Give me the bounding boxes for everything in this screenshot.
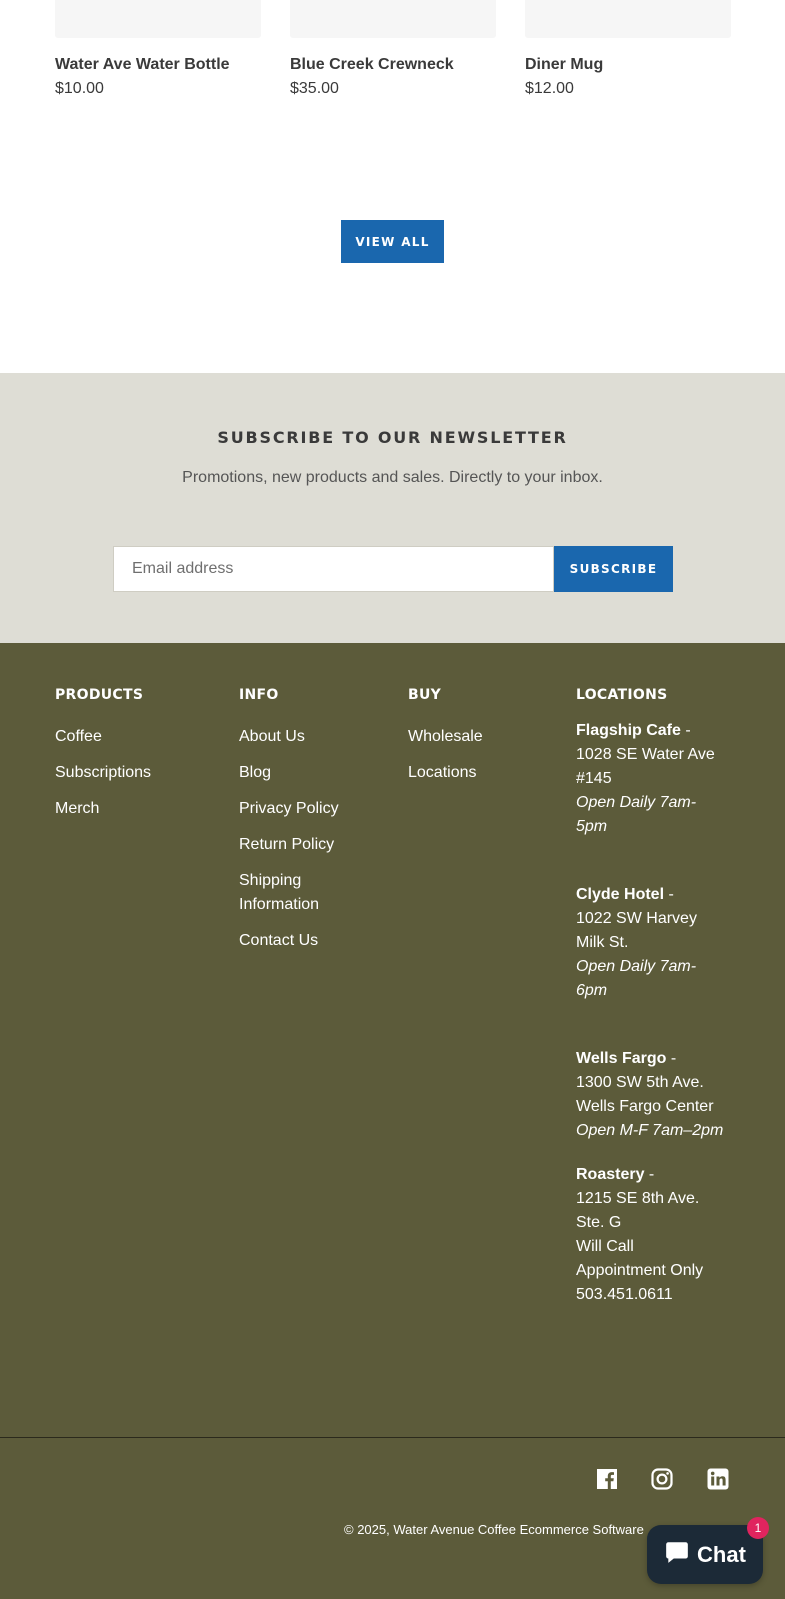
footer-heading: BUY <box>408 687 442 703</box>
email-input[interactable] <box>113 546 554 592</box>
copyright-link[interactable]: Water Avenue Coffee Ecommerce Software <box>393 1522 644 1537</box>
product-image[interactable] <box>55 0 261 38</box>
location-separator: - <box>680 722 691 739</box>
product-image[interactable] <box>525 0 731 38</box>
newsletter-title: SUBSCRIBE TO OUR NEWSLETTER <box>217 428 568 447</box>
location-hours: Open M-F 7am–2pm <box>576 1122 724 1139</box>
product-card[interactable]: Blue Creek Crewneck $35.00 <box>290 0 496 99</box>
footer-link-return-policy[interactable]: Return Policy <box>239 836 334 853</box>
footer-link-merch[interactable]: Merch <box>55 800 99 817</box>
location-address: 1022 SW Harvey Milk St. <box>576 910 697 951</box>
location-separator: - <box>664 886 674 903</box>
footer-heading: PRODUCTS <box>55 687 144 703</box>
product-card[interactable]: Diner Mug $12.00 <box>525 0 731 99</box>
location-address: 1300 SW 5th Ave. Wells Fargo Center <box>576 1074 714 1115</box>
footer-link-coffee[interactable]: Coffee <box>55 728 102 745</box>
footer-heading: INFO <box>239 687 279 703</box>
product-title[interactable]: Diner Mug <box>525 55 731 75</box>
newsletter-subtitle: Promotions, new products and sales. Dire… <box>182 469 603 486</box>
location-separator: - <box>666 1050 677 1067</box>
product-price: $12.00 <box>525 80 574 97</box>
location-roastery: Roastery - 1215 SE 8th Ave. Ste. G Will … <box>576 1163 726 1307</box>
newsletter-section: SUBSCRIBE TO OUR NEWSLETTER Promotions, … <box>0 373 785 643</box>
site-footer: PRODUCTS Coffee Subscriptions Merch INFO… <box>0 643 785 1599</box>
location-hours: Open Daily 7am-6pm <box>576 958 697 999</box>
copyright-text: © 2025, Water Avenue Coffee Ecommerce So… <box>344 1522 644 1537</box>
chat-button[interactable]: Chat 1 <box>647 1517 769 1584</box>
featured-products: Water Ave Water Bottle $10.00 Blue Creek… <box>0 0 785 373</box>
location-name: Clyde Hotel <box>576 886 665 903</box>
linkedin-icon[interactable] <box>705 1466 731 1492</box>
product-price: $10.00 <box>55 80 104 97</box>
newsletter-form: SUBSCRIBE <box>113 546 673 592</box>
product-price: $35.00 <box>290 80 339 97</box>
product-title[interactable]: Blue Creek Crewneck <box>290 55 496 75</box>
footer-info-column: INFO About Us Blog Privacy Policy Return… <box>239 687 389 965</box>
location-address: 1215 SE 8th Ave. Ste. G <box>576 1190 700 1231</box>
location-phone: 503.451.0611 <box>576 1286 673 1303</box>
subscribe-button[interactable]: SUBSCRIBE <box>554 546 673 592</box>
location-clyde-hotel: Clyde Hotel - 1022 SW Harvey Milk St. Op… <box>576 883 726 1003</box>
footer-link-blog[interactable]: Blog <box>239 764 271 781</box>
footer-divider <box>0 1437 785 1438</box>
footer-link-shipping-information[interactable]: Shipping Information <box>239 872 319 913</box>
footer-link-wholesale[interactable]: Wholesale <box>408 728 483 745</box>
chat-notification-badge: 1 <box>747 1517 769 1539</box>
footer-locations-column: LOCATIONS Flagship Cafe - 1028 SE Water … <box>576 687 726 1351</box>
location-note: Will Call Appointment Only <box>576 1238 704 1279</box>
copyright-prefix: © 2025, <box>344 1522 390 1537</box>
location-hours: Open Daily 7am-5pm <box>576 794 697 835</box>
product-title[interactable]: Water Ave Water Bottle <box>55 55 261 75</box>
location-name: Flagship Cafe <box>576 722 681 739</box>
location-flagship: Flagship Cafe - 1028 SE Water Ave #145 O… <box>576 719 726 839</box>
facebook-icon[interactable] <box>594 1466 620 1492</box>
location-name: Roastery <box>576 1166 645 1183</box>
location-name: Wells Fargo <box>576 1050 667 1067</box>
product-card[interactable]: Water Ave Water Bottle $10.00 <box>55 0 261 99</box>
footer-link-contact-us[interactable]: Contact Us <box>239 932 318 949</box>
footer-heading: LOCATIONS <box>576 687 668 703</box>
location-separator: - <box>644 1166 655 1183</box>
footer-link-locations[interactable]: Locations <box>408 764 477 781</box>
footer-link-subscriptions[interactable]: Subscriptions <box>55 764 151 781</box>
footer-link-privacy-policy[interactable]: Privacy Policy <box>239 800 339 817</box>
chat-bubble-icon <box>664 1539 690 1570</box>
chat-label: Chat <box>697 1541 746 1567</box>
footer-buy-column: BUY Wholesale Locations <box>408 687 558 797</box>
footer-link-about-us[interactable]: About Us <box>239 728 305 745</box>
location-address: 1028 SE Water Ave #145 <box>576 746 715 787</box>
location-wells-fargo: Wells Fargo - 1300 SW 5th Ave. Wells Far… <box>576 1047 726 1143</box>
footer-products-column: PRODUCTS Coffee Subscriptions Merch <box>55 687 225 833</box>
instagram-icon[interactable] <box>649 1466 675 1492</box>
view-all-button[interactable]: VIEW ALL <box>341 220 444 263</box>
product-image[interactable] <box>290 0 496 38</box>
